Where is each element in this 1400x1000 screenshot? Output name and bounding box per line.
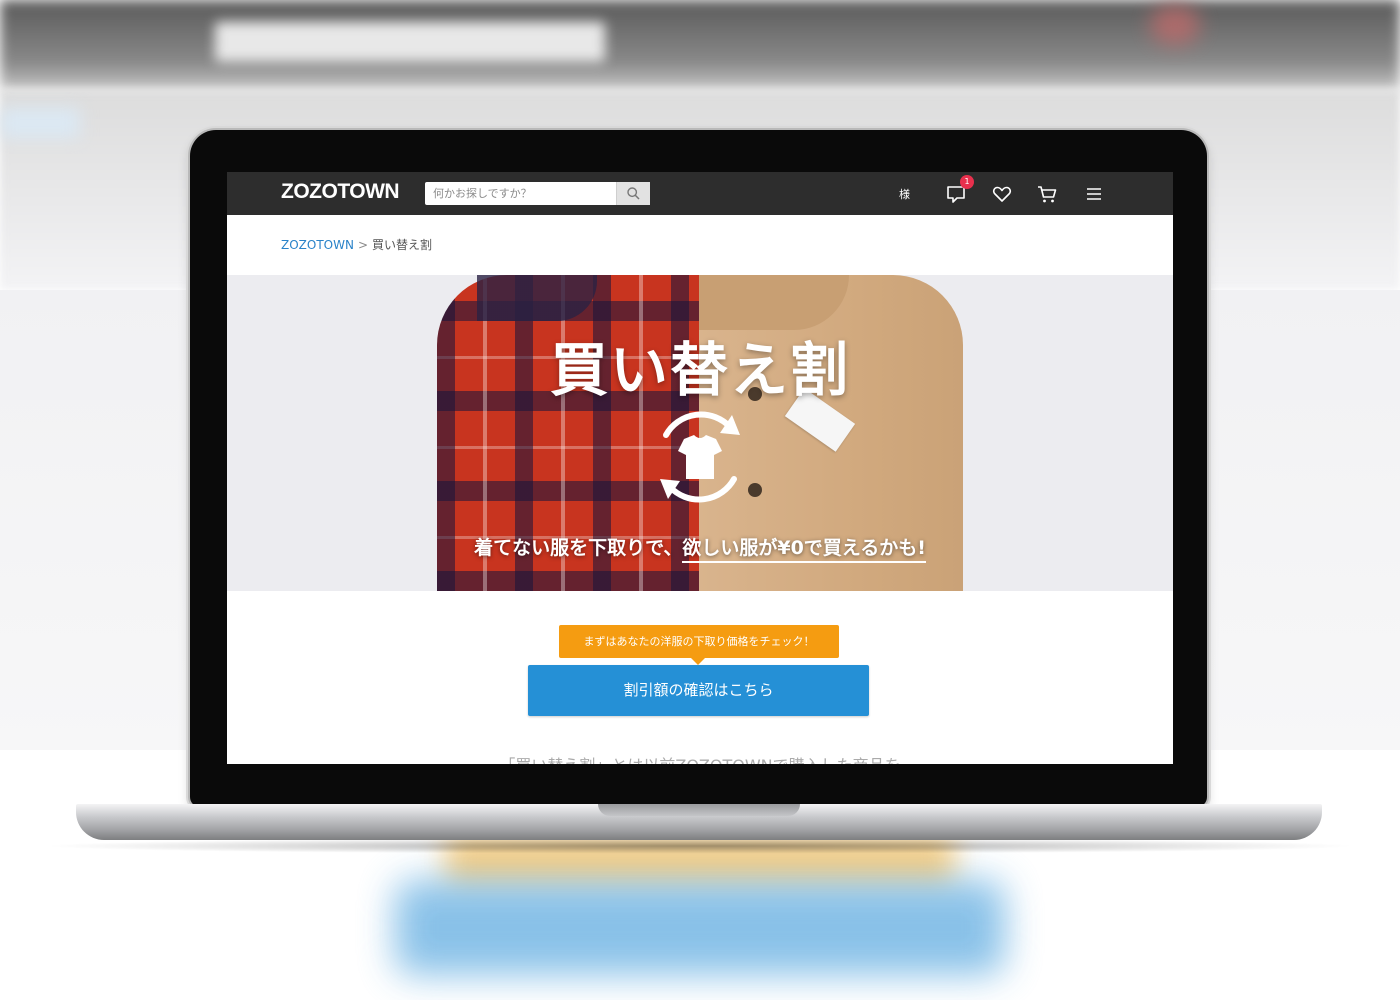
laptop-notch — [598, 804, 800, 816]
menu-icon — [1087, 188, 1101, 200]
laptop-shadow — [40, 838, 1360, 854]
search-box — [425, 182, 650, 205]
hero-banner: 買い替え割 着てない服を下取りで、欲しい服が¥0で買えるかも! — [227, 275, 1173, 591]
notification-badge: 1 — [960, 175, 974, 189]
breadcrumb-separator: > — [357, 238, 369, 252]
menu-button[interactable] — [1083, 183, 1105, 205]
heart-icon — [992, 186, 1012, 202]
search-button[interactable] — [616, 182, 650, 205]
zozotown-logo[interactable]: ZOZOTOWN — [281, 180, 400, 204]
hero-title: 買い替え割 — [549, 336, 850, 404]
site-header: ZOZOTOWN 様 1 — [227, 172, 1173, 215]
breadcrumb-current: 買い替え割 — [372, 238, 433, 252]
cart-button[interactable] — [1036, 183, 1058, 205]
laptop-screen: ZOZOTOWN 様 1 — [227, 172, 1173, 764]
hero-subtitle: 着てない服を下取りで、欲しい服が¥0で買えるかも! — [227, 533, 1173, 563]
background-search — [215, 22, 605, 62]
check-discount-button[interactable]: 割引額の確認はこちら — [528, 665, 869, 716]
cta-tooltip: まずはあなたの洋服の下取り価格をチェック！ — [559, 625, 839, 665]
breadcrumb: ZOZOTOWN > 買い替え割 — [281, 236, 432, 253]
recycle-shirt-icon — [660, 411, 740, 503]
background-blue-button — [395, 880, 1005, 975]
favorites-button[interactable] — [991, 183, 1013, 205]
background-link — [0, 108, 80, 138]
shirt-collar — [477, 275, 597, 321]
search-icon — [627, 187, 640, 200]
description-text: 「買い替え割」とは以前ZOZOTOWNで購入した商品を — [227, 755, 1173, 764]
hero-subtitle-lead: 着てない服を下取りで、 — [474, 537, 683, 559]
background-badge — [1150, 5, 1200, 45]
search-input[interactable] — [425, 182, 631, 205]
breadcrumb-home-link[interactable]: ZOZOTOWN — [281, 238, 354, 252]
cart-icon — [1038, 186, 1057, 203]
user-name[interactable]: 様 — [899, 186, 910, 202]
hero-subtitle-underlined: 欲しい服が¥0で買えるかも! — [682, 537, 926, 563]
